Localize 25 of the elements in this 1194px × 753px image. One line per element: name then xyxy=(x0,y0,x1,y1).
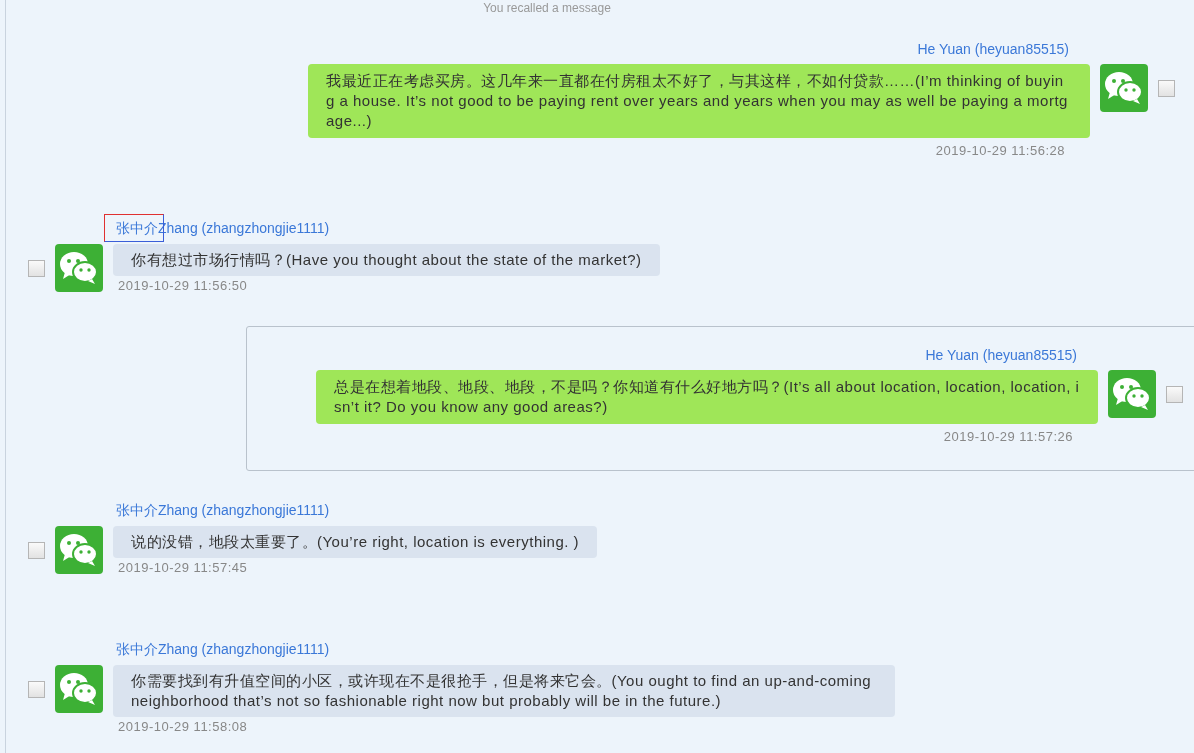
recall-notice: You recalled a message xyxy=(483,0,611,16)
message-checkbox[interactable] xyxy=(1166,386,1183,403)
message-checkbox[interactable] xyxy=(1158,80,1175,97)
incoming-message-bubble: 你有想过市场行情吗？(Have you thought about the state of the market?) xyxy=(113,244,660,276)
message-checkbox[interactable] xyxy=(28,260,45,277)
message-checkbox[interactable] xyxy=(28,542,45,559)
message-checkbox[interactable] xyxy=(28,681,45,698)
sender-name: 张中介Zhang (zhangzhongjie1111) xyxy=(116,641,330,657)
chat-bubbles-icon xyxy=(59,250,99,286)
message-time: 2019-10-29 11:56:50 xyxy=(118,277,248,295)
chat-bubbles-icon xyxy=(1104,70,1144,106)
message-time: 2019-10-29 11:58:08 xyxy=(118,718,248,736)
sender-name: He Yuan (heyuan85515) xyxy=(917,41,1069,57)
sender-name: 张中介Zhang (zhangzhongjie1111) xyxy=(116,502,330,518)
incoming-message-bubble: 说的没错，地段太重要了。(You’re right, location is everything. ) xyxy=(113,526,598,558)
chat-bubbles-icon xyxy=(59,671,99,707)
chat-bubbles-icon xyxy=(1112,376,1152,412)
outgoing-message-bubble: 总是在想着地段、地段、地段，不是吗？你知道有什么好地方吗？(It’s all about location, location, location, isn’t it? Do you know any good areas?) xyxy=(316,370,1098,424)
message-time: 2019-10-29 11:57:26 xyxy=(943,428,1073,446)
sender-name: He Yuan (heyuan85515) xyxy=(925,347,1077,363)
outgoing-message-bubble: 我最近正在考虑买房。这几年来一直都在付房租太不好了，与其这样，不如付贷款……(I’m thinking of buying a house. It’s not good to be paying rent over years and years when you may as well be paying a mortgage...) xyxy=(308,64,1090,138)
incoming-message-bubble: 你需要找到有升值空间的小区，或许现在不是很抢手，但是将来它会。(You ought to find an up-and-coming neighborhood that’s not so fashionable right now but probably will be in the future.) xyxy=(113,665,895,717)
chat-bubbles-icon xyxy=(59,532,99,568)
message-time: 2019-10-29 11:57:45 xyxy=(118,559,248,577)
message-time: 2019-10-29 11:56:28 xyxy=(935,142,1065,160)
